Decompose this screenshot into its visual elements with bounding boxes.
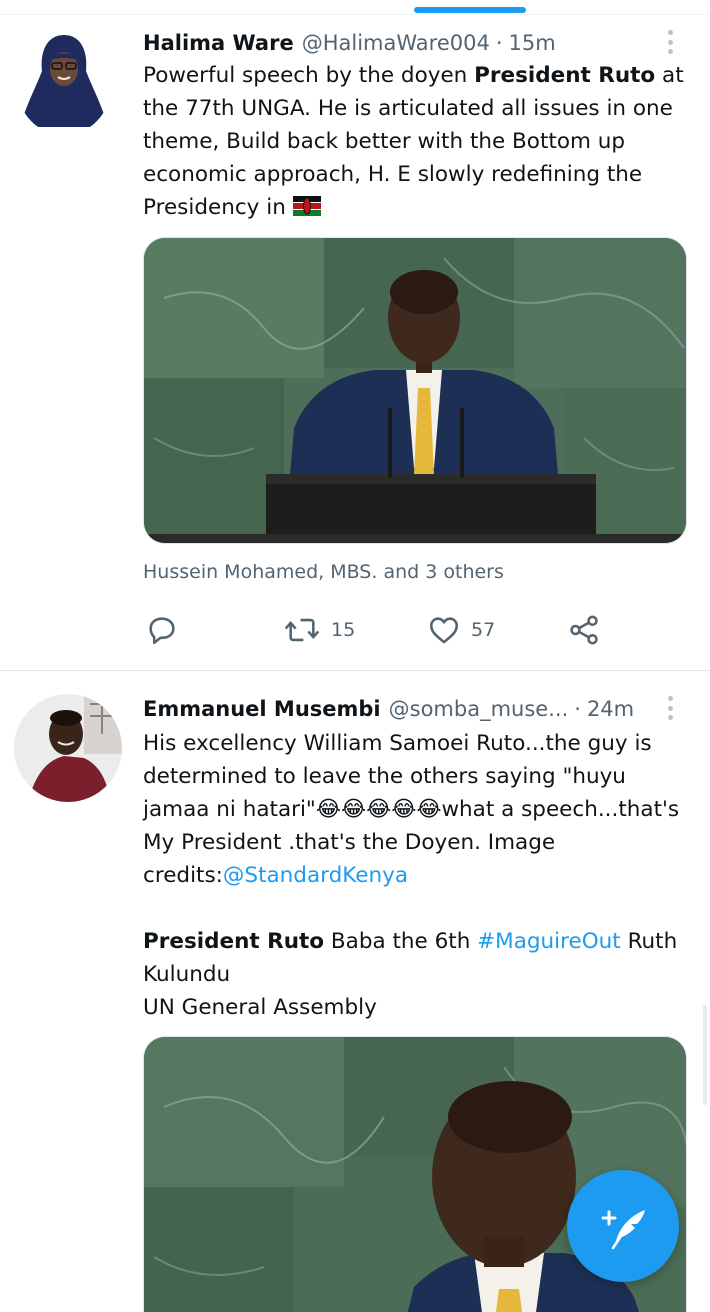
kenya-flag-icon <box>292 196 321 216</box>
separator-dot: · <box>495 31 503 55</box>
avatar[interactable] <box>18 27 110 135</box>
tweet[interactable]: Halima Ware @HalimaWare004 · 15m Powerfu… <box>0 15 710 671</box>
author-name[interactable]: Halima Ware <box>143 31 294 55</box>
tweet-text: Powerful speech by the doyen President R… <box>143 59 693 224</box>
author-name[interactable]: Emmanuel Musembi <box>143 697 381 721</box>
retweet-count: 15 <box>331 619 356 641</box>
tweet-actions: 15 57 <box>143 613 613 647</box>
like-count: 57 <box>471 619 496 641</box>
tweet-text-bold: President Ruto <box>143 929 325 954</box>
tagged-people[interactable]: Hussein Mohamed, MBS. and 3 others <box>143 561 504 583</box>
tweet-time[interactable]: 24m <box>587 697 634 721</box>
heart-icon <box>429 617 459 644</box>
separator-dot: · <box>574 697 581 721</box>
compose-feather-icon <box>601 1210 645 1250</box>
tweet-header: Emmanuel Musembi @somba_muse... · 24m <box>143 693 634 725</box>
more-vertical-icon[interactable] <box>658 693 682 723</box>
tweet-header: Halima Ware @HalimaWare004 · 15m <box>143 27 556 59</box>
reply-button[interactable] <box>145 613 179 647</box>
tweet-text: His excellency William Samoei Ruto...the… <box>143 727 693 1024</box>
laughing-emoji-icon: 😂😂😂😂😂 <box>315 797 442 822</box>
like-button[interactable]: 57 <box>427 613 495 647</box>
author-handle[interactable]: @HalimaWare004 <box>302 31 490 55</box>
reply-icon <box>149 617 175 645</box>
tweet-text-part: Baba the 6th <box>324 929 478 954</box>
tweet-image[interactable] <box>143 237 687 544</box>
tweet-text-bold: President Ruto <box>474 63 656 88</box>
compose-tweet-button[interactable] <box>567 1170 679 1282</box>
top-tab-indicator <box>414 7 526 13</box>
scrollbar[interactable] <box>703 1005 707 1105</box>
share-icon <box>570 615 598 645</box>
mention-link[interactable]: @StandardKenya <box>223 863 408 888</box>
tweet-text-part: UN General Assembly <box>143 995 377 1020</box>
retweet-icon <box>284 618 320 642</box>
avatar[interactable] <box>14 694 122 802</box>
share-button[interactable] <box>567 613 601 647</box>
retweet-button[interactable]: 15 <box>283 613 355 647</box>
hashtag-link[interactable]: #MaguireOut <box>477 929 621 954</box>
more-vertical-icon[interactable] <box>658 27 682 57</box>
author-handle[interactable]: @somba_muse... <box>389 697 569 721</box>
tweet-time[interactable]: 15m <box>509 31 556 55</box>
tweet-text-part: Powerful speech by the doyen <box>143 63 475 88</box>
